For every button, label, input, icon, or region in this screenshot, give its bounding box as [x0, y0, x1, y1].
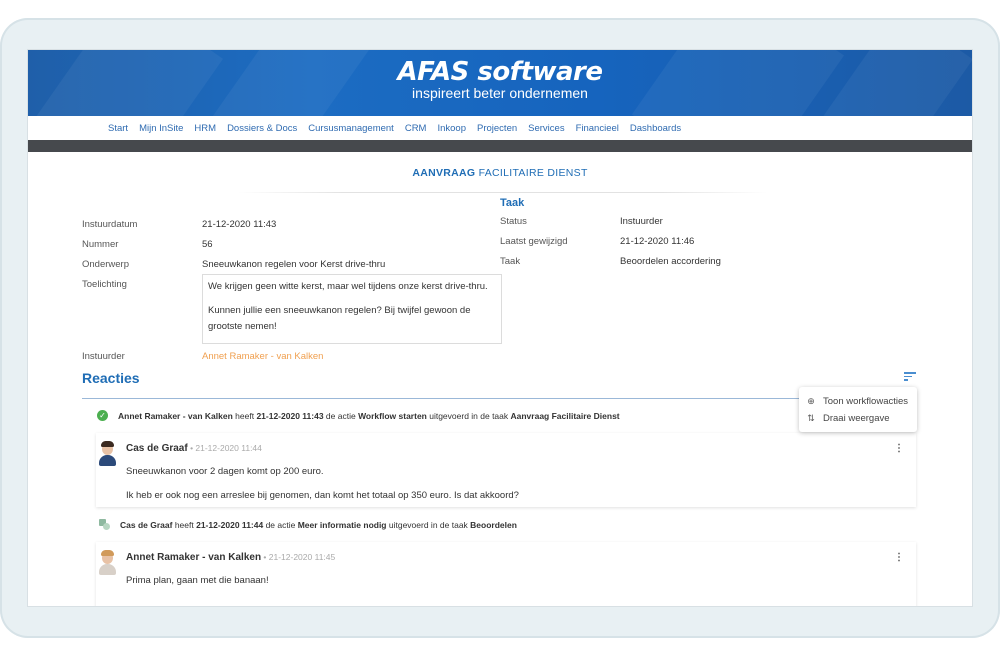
title-divider: [238, 192, 768, 193]
nav-item-projecten[interactable]: Projecten: [477, 123, 517, 134]
swap-vertical-icon: ⇅: [807, 413, 815, 423]
page-title-rest: FACILITAIRE DIENST: [475, 167, 588, 179]
nav-item-mijn-insite[interactable]: Mijn InSite: [139, 123, 183, 134]
header-banner: AFAS software inspireert beter onderneme…: [28, 50, 972, 116]
toelichting-label: Toelichting: [82, 279, 127, 290]
nav-item-hrm[interactable]: HRM: [194, 123, 216, 134]
reacties-options-menu: ⊕ Toon workflowacties ⇅ Draai weergave: [799, 387, 917, 432]
filter-icon[interactable]: [904, 371, 916, 381]
comment-timestamp: • 21-12-2020 11:45: [261, 552, 336, 562]
taak-heading: Taak: [500, 197, 525, 209]
more-options-icon[interactable]: ⋮: [894, 552, 904, 563]
comment-timestamp: • 21-12-2020 11:44: [187, 443, 262, 453]
comment-card: Annet Ramaker - van Kalken • 21-12-2020 …: [96, 542, 916, 606]
avatar[interactable]: [97, 550, 117, 576]
nav-item-financieel[interactable]: Financieel: [576, 123, 619, 134]
nav-item-dashboards[interactable]: Dashboards: [630, 123, 681, 134]
browser-window: AFAS software inspireert beter onderneme…: [28, 50, 972, 606]
menu-item-toon-workflowacties[interactable]: ⊕ Toon workflowacties: [799, 393, 917, 410]
instuurdatum-label: Instuurdatum: [82, 219, 138, 230]
reacties-heading: Reacties: [82, 370, 140, 386]
menu-item-label: Draai weergave: [823, 413, 890, 424]
nummer-label: Nummer: [82, 239, 119, 250]
nav-item-start[interactable]: Start: [108, 123, 128, 134]
nav-item-cursusmanagement[interactable]: Cursusmanagement: [308, 123, 394, 134]
comment-author[interactable]: Cas de Graaf: [126, 443, 188, 454]
toelichting-paragraph-1: We krijgen geen witte kerst, maar wel ti…: [208, 281, 488, 292]
reacties-divider: [82, 398, 916, 399]
comment-line: Sneeuwkanon voor 2 dagen komt op 200 eur…: [126, 466, 324, 477]
toelichting-paragraph-2: Kunnen jullie een sneeuwkanon regelen? B…: [208, 305, 471, 332]
workflow-action-row: ✓ Annet Ramaker - van Kalken heeft 21-12…: [82, 410, 916, 421]
onderwerp-value: Sneeuwkanon regelen voor Kerst drive-thr…: [202, 259, 386, 270]
action-text: Annet Ramaker - van Kalken heeft 21-12-2…: [118, 410, 620, 421]
instuurder-label: Instuurder: [82, 351, 125, 362]
instuurder-link[interactable]: Annet Ramaker - van Kalken: [202, 351, 323, 362]
action-text: Cas de Graaf heeft 21-12-2020 11:44 de a…: [120, 519, 517, 530]
avatar[interactable]: [97, 441, 117, 467]
nav-item-services[interactable]: Services: [528, 123, 564, 134]
toelichting-field[interactable]: We krijgen geen witte kerst, maar wel ti…: [202, 274, 502, 344]
comment-card: Cas de Graaf • 21-12-2020 11:44 Sneeuwka…: [96, 433, 916, 507]
nav-item-dossiers-docs[interactable]: Dossiers & Docs: [227, 123, 297, 134]
laatst-gewijzigd-label: Laatst gewijzigd: [500, 236, 568, 247]
comment-author[interactable]: Annet Ramaker - van Kalken: [126, 552, 261, 563]
comment-line: Ik heb er ook nog een arreslee bij genom…: [126, 490, 519, 501]
toolbar-strip: [28, 140, 972, 152]
check-circle-icon: ✓: [97, 410, 108, 421]
nav-item-crm[interactable]: CRM: [405, 123, 427, 134]
nummer-value: 56: [202, 239, 213, 250]
onderwerp-label: Onderwerp: [82, 259, 129, 270]
menu-item-label: Toon workflowacties: [823, 396, 909, 407]
workflow-icon: [99, 519, 110, 530]
nav-item-inkoop[interactable]: Inkoop: [437, 123, 466, 134]
logo-title: AFAS software: [397, 57, 603, 87]
page-title-bold: AANVRAAG: [412, 167, 476, 179]
taak-label: Taak: [500, 256, 521, 267]
logo-tagline: inspireert beter ondernemen: [412, 85, 588, 101]
comment-header: Annet Ramaker - van Kalken • 21-12-2020 …: [126, 552, 335, 563]
afas-logo[interactable]: AFAS software inspireert beter onderneme…: [28, 58, 972, 101]
status-label: Status: [500, 216, 527, 227]
comment-header: Cas de Graaf • 21-12-2020 11:44: [126, 443, 262, 454]
laatst-gewijzigd-value: 21-12-2020 11:46: [620, 236, 695, 247]
comment-line: Prima plan, gaan met die banaan!: [126, 575, 269, 586]
circle-plus-icon: ⊕: [807, 396, 815, 406]
more-options-icon[interactable]: ⋮: [894, 443, 904, 454]
workflow-action-row: Cas de Graaf heeft 21-12-2020 11:44 de a…: [82, 519, 916, 530]
status-value: Instuurder: [620, 216, 663, 227]
menu-item-draai-weergave[interactable]: ⇅ Draai weergave: [799, 410, 917, 427]
taak-value: Beoordelen accordering: [620, 256, 721, 267]
instuurdatum-value: 21-12-2020 11:43: [202, 219, 277, 230]
main-nav: Start Mijn InSite HRM Dossiers & Docs Cu…: [28, 116, 972, 140]
page-title: AANVRAAG FACILITAIRE DIENST: [28, 167, 972, 179]
